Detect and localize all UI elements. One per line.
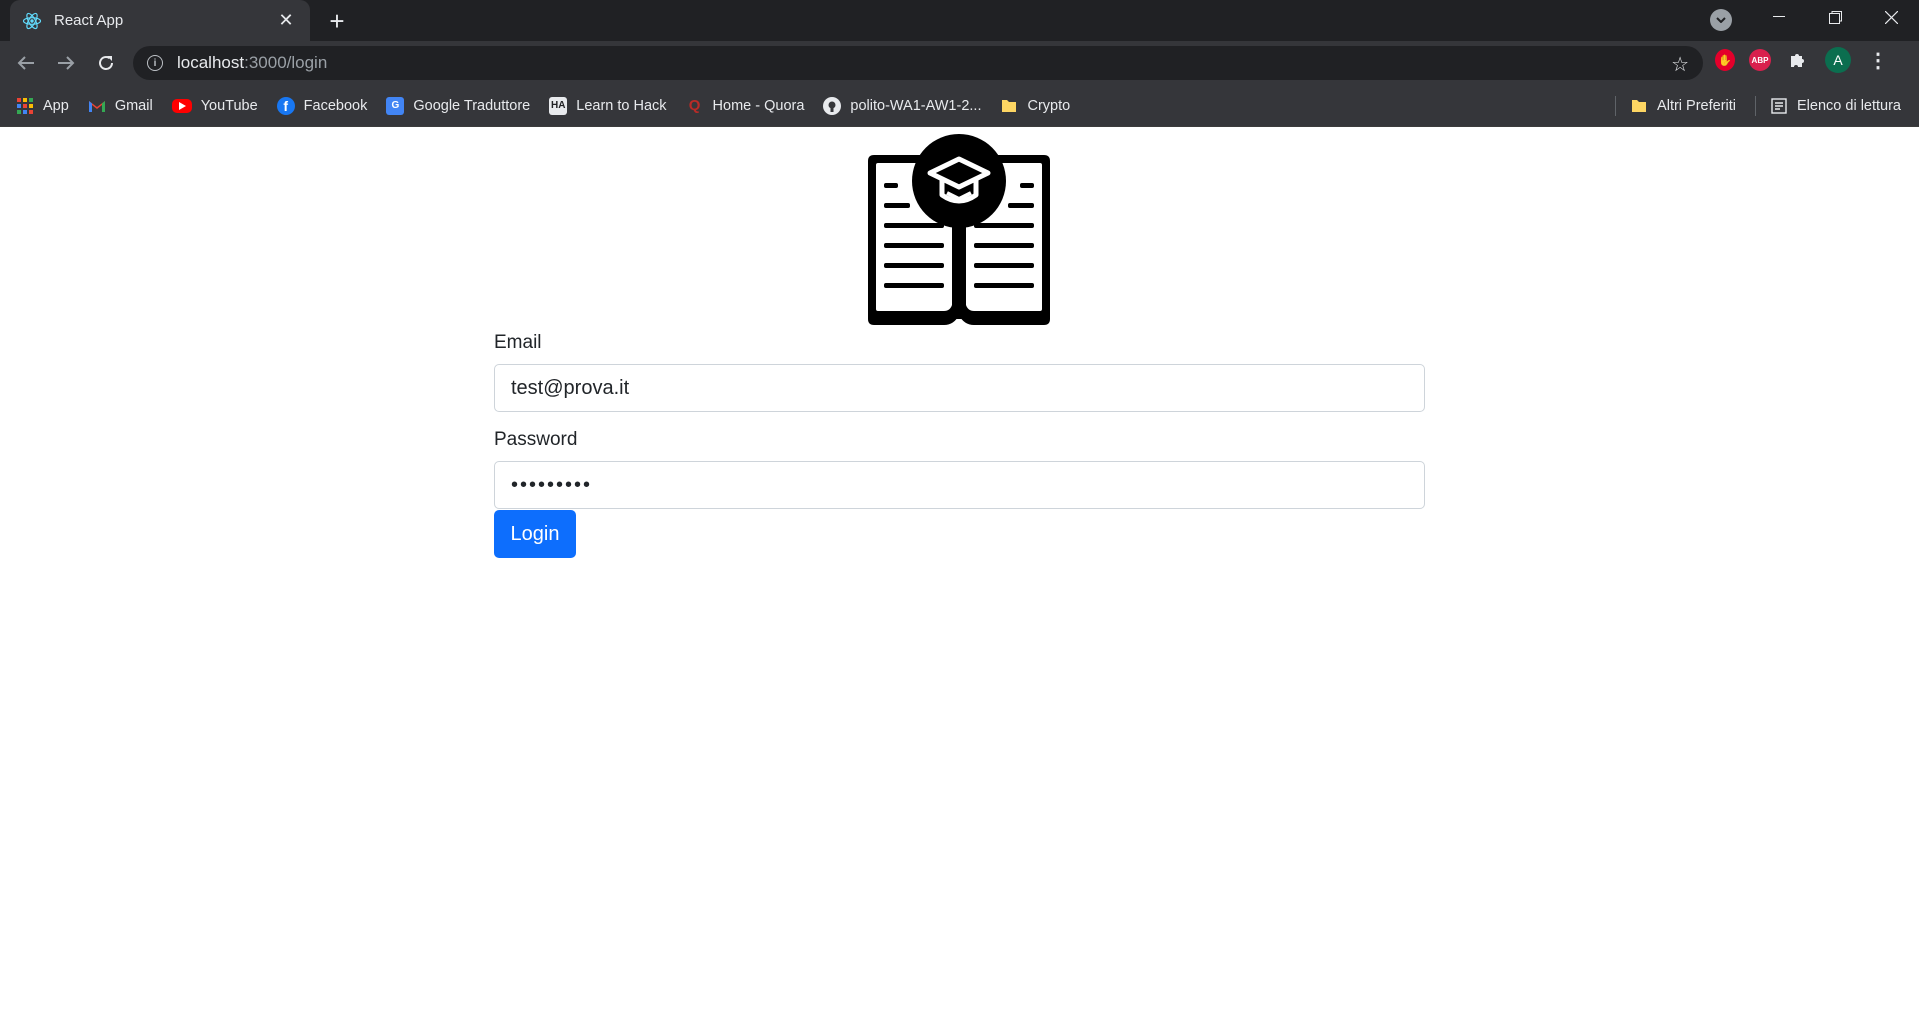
- back-icon[interactable]: [6, 45, 46, 81]
- menu-kebab-icon[interactable]: ⋮: [1865, 47, 1891, 73]
- close-tab-icon[interactable]: ✕: [274, 9, 298, 33]
- bookmark-quora[interactable]: Q Home - Quora: [686, 97, 805, 115]
- browser-tabstrip: React App ✕ +: [0, 0, 1919, 41]
- bookmark-github[interactable]: polito-WA1-AW1-2...: [823, 96, 982, 115]
- login-form: Email test@prova.it Password ••••••••• L…: [494, 330, 1425, 558]
- bookmark-crypto[interactable]: Crypto: [1000, 97, 1070, 115]
- extensions-area: ✋ ABP A ⋮: [1715, 47, 1891, 73]
- tab-title: React App: [54, 12, 124, 29]
- close-window-icon[interactable]: [1863, 0, 1919, 34]
- url-path: :3000/login: [244, 53, 328, 72]
- bookmark-google-translate[interactable]: G Google Traduttore: [386, 96, 531, 115]
- email-label: Email: [494, 332, 542, 353]
- google-translate-icon: G: [386, 96, 405, 115]
- facebook-icon: f: [276, 96, 295, 115]
- restore-icon[interactable]: [1807, 0, 1863, 34]
- bookmarks-right: Altri Preferiti Elenco di lettura: [1615, 85, 1901, 127]
- bookmark-label: Google Traduttore: [413, 97, 531, 114]
- apps-grid-icon: [16, 97, 34, 115]
- login-button[interactable]: Login: [494, 510, 576, 558]
- window-controls: [1751, 0, 1919, 34]
- bookmarks-bar: App Gmail YouTube f Facebook G Google Tr…: [0, 85, 1919, 127]
- bookmark-label: Home - Quora: [712, 97, 805, 114]
- bookmark-label: App: [43, 97, 69, 114]
- new-tab-button[interactable]: +: [322, 6, 352, 36]
- bookmarks-divider: [1755, 96, 1757, 116]
- github-icon: [823, 96, 842, 115]
- book-graduation-cap-icon: [864, 133, 1054, 329]
- bookmark-label: polito-WA1-AW1-2...: [850, 97, 982, 114]
- bookmark-star-icon[interactable]: ☆: [1671, 52, 1689, 77]
- chevron-down-icon: [1716, 17, 1726, 23]
- profile-avatar[interactable]: A: [1825, 47, 1851, 73]
- reload-icon[interactable]: [86, 45, 126, 81]
- extensions-puzzle-icon[interactable]: [1785, 47, 1811, 73]
- quora-icon: Q: [688, 97, 701, 114]
- site-info-icon[interactable]: i: [147, 55, 163, 71]
- bookmark-youtube[interactable]: YouTube: [171, 97, 258, 114]
- bookmark-app[interactable]: App: [16, 97, 69, 115]
- hackaday-icon: HA: [549, 96, 568, 115]
- page-content: Email test@prova.it Password ••••••••• L…: [0, 127, 1919, 1027]
- bookmark-label: YouTube: [200, 97, 258, 114]
- youtube-icon: [171, 98, 192, 113]
- folder-icon: [1000, 97, 1018, 115]
- adblock-hand-icon[interactable]: ✋: [1715, 49, 1735, 71]
- password-label: Password: [494, 429, 578, 450]
- folder-icon: [1630, 97, 1648, 115]
- bookmark-label: Elenco di lettura: [1797, 98, 1901, 114]
- bookmark-label: Altri Preferiti: [1657, 98, 1737, 114]
- email-field[interactable]: test@prova.it: [494, 364, 1425, 412]
- bookmark-learn-to-hack[interactable]: HA Learn to Hack: [549, 96, 667, 115]
- browser-tab[interactable]: React App ✕: [10, 0, 310, 41]
- bookmark-label: Crypto: [1027, 97, 1071, 114]
- react-icon: [22, 11, 42, 31]
- bookmark-other-favorites[interactable]: Altri Preferiti: [1630, 97, 1736, 115]
- url-host: localhost: [177, 53, 245, 72]
- tab-search-button[interactable]: [1710, 9, 1732, 31]
- bookmarks-divider: [1615, 96, 1617, 116]
- forward-icon[interactable]: [46, 45, 86, 81]
- address-bar[interactable]: i localhost :3000/login ☆: [133, 46, 1703, 80]
- bookmark-label: Gmail: [114, 97, 153, 114]
- abp-icon[interactable]: ABP: [1749, 49, 1771, 71]
- reading-list-icon: [1770, 97, 1788, 115]
- bookmark-label: Learn to Hack: [576, 97, 667, 114]
- bookmark-facebook[interactable]: f Facebook: [276, 96, 368, 115]
- minimize-icon[interactable]: [1751, 0, 1807, 34]
- gmail-icon: [88, 97, 106, 115]
- bookmark-label: Facebook: [303, 97, 368, 114]
- password-field[interactable]: •••••••••: [494, 461, 1425, 509]
- reading-list-button[interactable]: Elenco di lettura: [1770, 97, 1901, 115]
- browser-toolbar: i localhost :3000/login ☆ ✋ ABP A ⋮: [0, 41, 1919, 85]
- bookmark-gmail[interactable]: Gmail: [88, 97, 153, 115]
